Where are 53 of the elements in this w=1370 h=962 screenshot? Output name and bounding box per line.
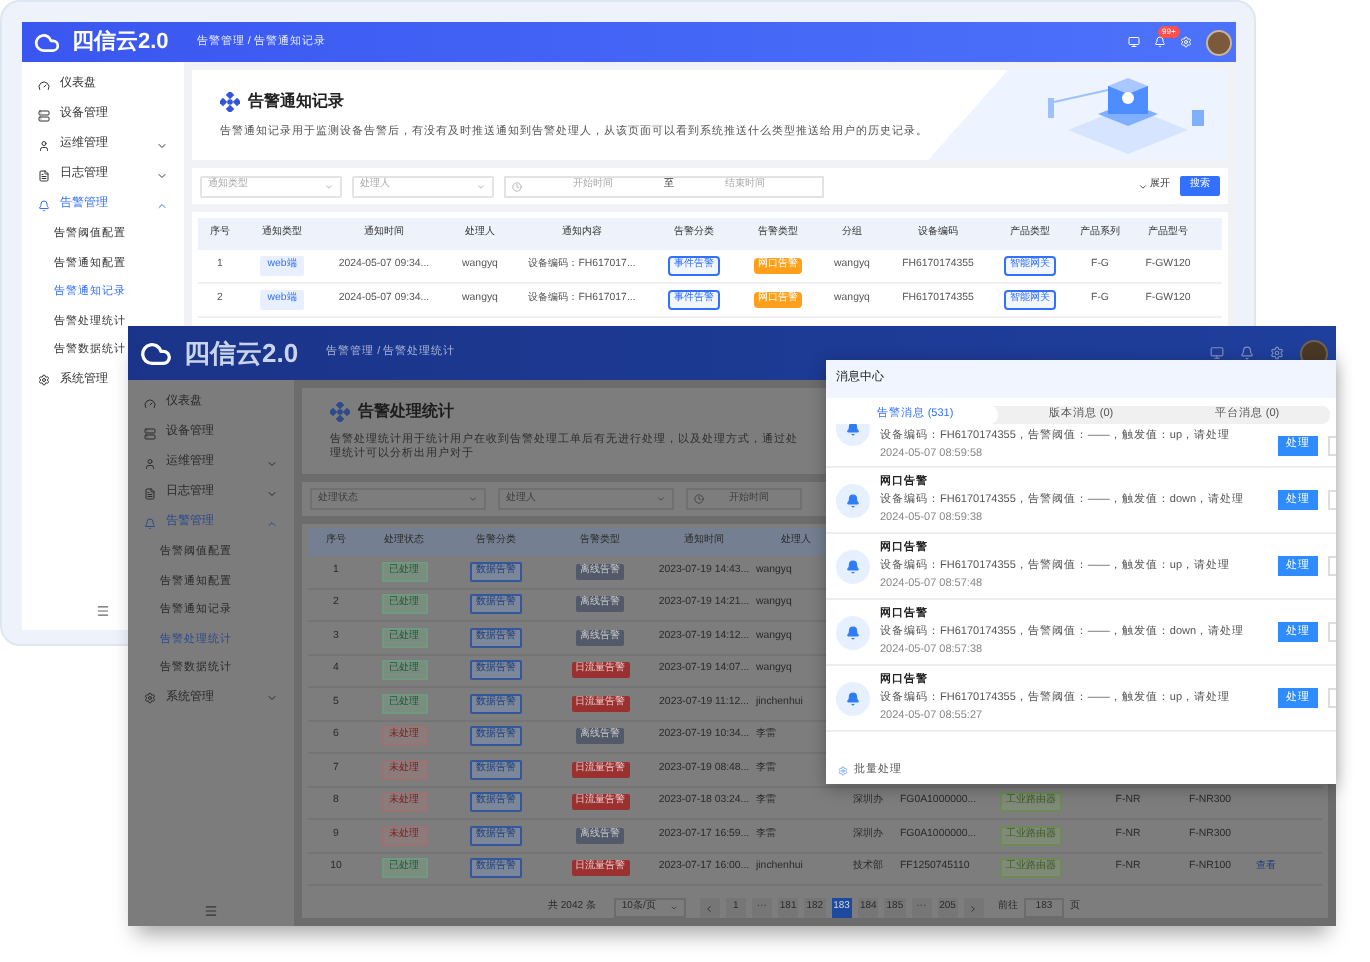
clock-icon [512, 181, 522, 191]
document-icon [38, 169, 50, 181]
document-icon [144, 487, 156, 499]
secondary-button[interactable] [1328, 435, 1336, 455]
gauge-icon [144, 397, 156, 409]
chevron-down-icon [156, 169, 168, 181]
bell-badge-icon [836, 483, 870, 517]
chevron-down-icon [266, 457, 278, 469]
settings-icon [144, 692, 156, 704]
chevron-down-icon [656, 493, 666, 504]
chevron-up-icon [156, 199, 168, 211]
person-icon [38, 139, 50, 151]
bell-icon [144, 517, 156, 529]
cloud-logo-icon [140, 337, 172, 369]
chevron-down-icon [266, 692, 278, 704]
chevron-down-icon [266, 487, 278, 499]
chevron-down-icon [1138, 181, 1148, 191]
settings-icon [38, 374, 50, 386]
secondary-button[interactable] [1328, 622, 1336, 642]
chevron-right-icon [968, 903, 979, 913]
page-title: 告警处理统计 [358, 399, 454, 424]
bell-badge-icon [836, 549, 870, 583]
chevron-up-icon [266, 517, 278, 529]
secondary-button[interactable] [1328, 490, 1336, 510]
server-icon [38, 109, 50, 121]
clock-icon [694, 493, 704, 504]
diamond-cluster-icon [220, 91, 240, 112]
diamond-cluster-icon [330, 401, 350, 422]
app-name: 四信云2.0 [72, 27, 169, 58]
menu-icon[interactable] [96, 604, 110, 618]
chevron-down-icon [468, 493, 478, 504]
server-icon [144, 427, 156, 439]
app-name: 四信云2.0 [184, 335, 299, 372]
bell-icon[interactable] [1240, 346, 1254, 360]
person-icon [144, 457, 156, 469]
bell-icon [38, 199, 50, 211]
secondary-button[interactable] [1328, 688, 1336, 708]
bell-badge-icon [836, 681, 870, 715]
secondary-button[interactable] [1328, 556, 1336, 576]
next-page-button[interactable] [963, 898, 984, 918]
previous-page-button[interactable] [699, 898, 720, 918]
gauge-icon [38, 79, 50, 91]
chevron-down-icon [476, 181, 486, 191]
settings-icon [838, 765, 848, 775]
chevron-down-icon [324, 181, 334, 191]
settings-icon[interactable] [1270, 346, 1284, 360]
menu-icon[interactable] [204, 904, 218, 918]
cloud-logo-icon [34, 29, 60, 55]
screen-icon[interactable] [1210, 346, 1224, 360]
bell-badge-icon [836, 615, 870, 649]
chevron-down-icon [156, 139, 168, 151]
page-title: 告警通知记录 [248, 89, 344, 114]
chevron-left-icon [704, 903, 715, 913]
